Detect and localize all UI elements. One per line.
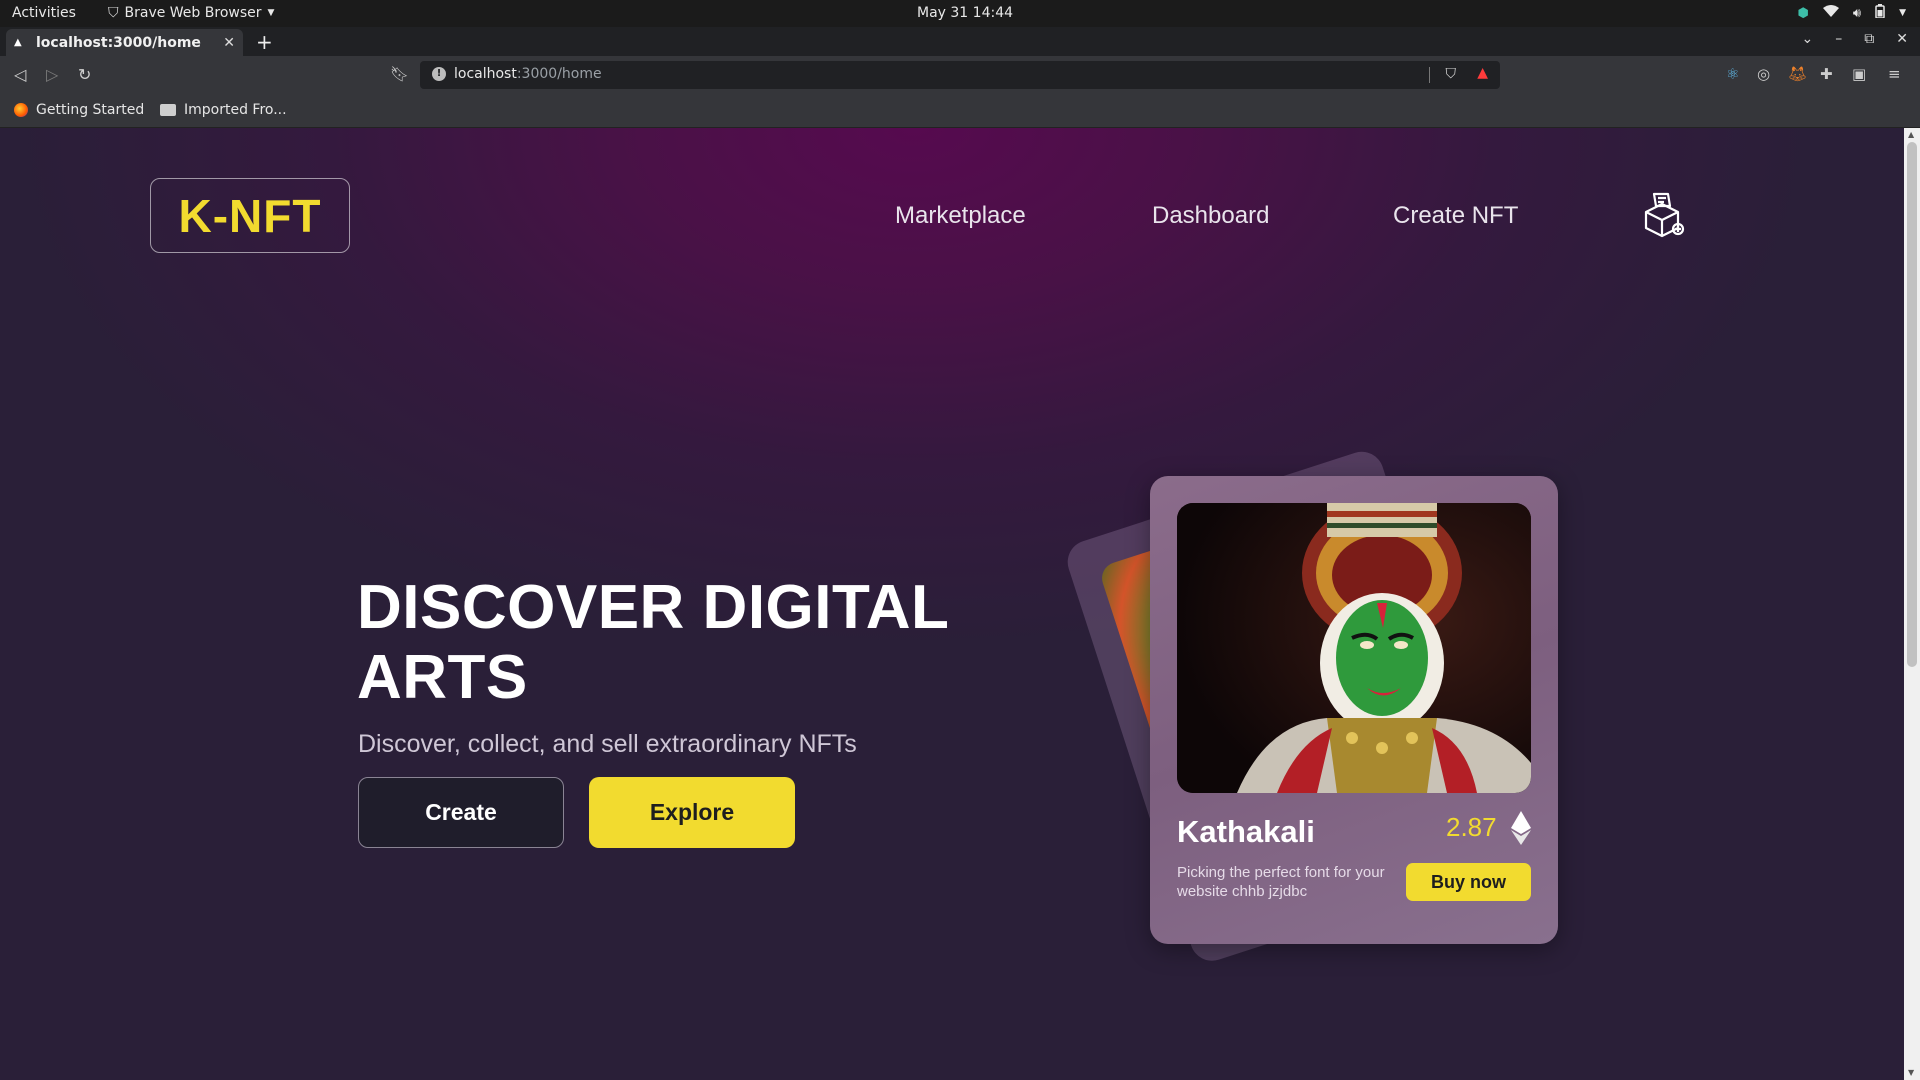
brave-lion-icon: ⛉ <box>108 5 119 21</box>
hero-title: DISCOVER DIGITAL ARTS <box>357 573 949 712</box>
metamask-icon[interactable]: 🦊︎ <box>1788 65 1807 83</box>
hero-subtitle: Discover, collect, and sell extraordinar… <box>358 730 857 758</box>
buy-now-button[interactable]: Buy now <box>1406 863 1531 901</box>
nft-card[interactable]: Kathakali 2.87 Picking the perfect font … <box>1150 476 1558 944</box>
system-tray[interactable]: ⬢ 🔊︎ ▼ <box>1798 4 1906 22</box>
scroll-down-icon[interactable]: ▼ <box>1908 1068 1914 1077</box>
app-menu-label: Brave Web Browser <box>124 5 262 21</box>
folder-icon <box>160 104 176 116</box>
menu-icon[interactable]: ≡ <box>1888 65 1901 83</box>
tab-title: localhost:3000/home <box>36 34 201 51</box>
nft-name: Kathakali <box>1177 814 1315 849</box>
address-bar[interactable]: ! localhost:3000/home ⛉ ▲ <box>420 61 1500 89</box>
brave-rewards-icon[interactable]: ▲ <box>1477 65 1488 81</box>
nav-create-nft[interactable]: Create NFT <box>1393 202 1518 230</box>
divider <box>1429 67 1430 83</box>
create-button[interactable]: Create <box>358 777 564 848</box>
nft-price: 2.87 <box>1446 812 1497 842</box>
back-icon[interactable]: ◁ <box>14 65 26 84</box>
app-menu[interactable]: ⛉ Brave Web Browser ▼ <box>108 5 274 21</box>
window-controls: ⌄ – ⧉ ✕ <box>1802 31 1908 47</box>
clock[interactable]: May 31 14:44 <box>917 5 1013 21</box>
volume-icon: 🔊︎ <box>1852 5 1862 21</box>
connect-wallet-icon[interactable] <box>1640 190 1686 240</box>
explore-button[interactable]: Explore <box>589 777 795 848</box>
close-window-icon[interactable]: ✕ <box>1896 31 1908 47</box>
nft-image <box>1177 503 1531 793</box>
wifi-icon <box>1822 5 1839 21</box>
ethereum-icon <box>1511 811 1531 845</box>
react-devtools-icon[interactable]: ⚛ <box>1726 65 1739 83</box>
battery-icon <box>1875 4 1885 22</box>
tab-search-icon[interactable]: ⌄ <box>1802 31 1814 47</box>
scroll-up-icon[interactable]: ▲ <box>1908 130 1914 139</box>
close-icon[interactable]: ✕ <box>223 35 235 51</box>
tray-app-icon[interactable]: ⬢ <box>1798 6 1809 21</box>
bookmark-icon[interactable]: 🔖︎ <box>390 65 409 83</box>
extension-circle-icon[interactable]: ◎ <box>1757 65 1770 83</box>
wallet-icon[interactable]: ▣ <box>1852 65 1866 83</box>
scrollbar-thumb[interactable] <box>1907 142 1917 667</box>
bookmark-getting-started[interactable]: Getting Started <box>14 102 144 118</box>
site-info-icon[interactable]: ! <box>432 67 446 81</box>
favicon-icon: ▲ <box>14 36 22 48</box>
page-viewport: K-NFT Marketplace Dashboard Create NFT D… <box>0 128 1904 1080</box>
bookmarks-bar: Getting Started Imported Fro... <box>0 94 1920 128</box>
chevron-down-icon: ▼ <box>267 8 275 18</box>
nav-dashboard[interactable]: Dashboard <box>1152 202 1269 230</box>
minimize-icon[interactable]: – <box>1835 31 1842 47</box>
forward-icon[interactable]: ▷ <box>46 65 58 84</box>
new-tab-button[interactable]: + <box>256 30 273 54</box>
site-logo[interactable]: K-NFT <box>150 178 350 253</box>
tab-strip: ▲ localhost:3000/home ✕ + ⌄ – ⧉ ✕ <box>0 27 1920 56</box>
url-text[interactable]: localhost:3000/home <box>454 66 602 82</box>
nav-marketplace[interactable]: Marketplace <box>895 202 1026 230</box>
firefox-icon <box>14 103 28 117</box>
os-top-bar: Activities ⛉ Brave Web Browser ▼ May 31 … <box>0 0 1920 27</box>
brave-shields-icon[interactable]: ⛉ <box>1446 66 1457 82</box>
reload-icon[interactable]: ↻ <box>78 65 91 84</box>
nft-description: Picking the perfect font for your websit… <box>1177 864 1385 900</box>
tab-home[interactable]: ▲ localhost:3000/home ✕ <box>6 29 243 56</box>
browser-toolbar: ◁ ▷ ↻ 🔖︎ ! localhost:3000/home ⛉ ▲ ⚛ ◎ 🦊… <box>0 56 1920 94</box>
bookmark-label: Imported Fro... <box>184 102 287 118</box>
page-scrollbar[interactable]: ▲ ▼ <box>1904 128 1920 1080</box>
restore-icon[interactable]: ⧉ <box>1864 31 1874 47</box>
bookmark-label: Getting Started <box>36 102 145 118</box>
chevron-down-icon: ▼ <box>1899 8 1906 18</box>
activities-button[interactable]: Activities <box>12 5 76 21</box>
bookmark-imported-folder[interactable]: Imported Fro... <box>160 102 287 118</box>
extensions-puzzle-icon[interactable]: ✚ <box>1820 65 1833 83</box>
